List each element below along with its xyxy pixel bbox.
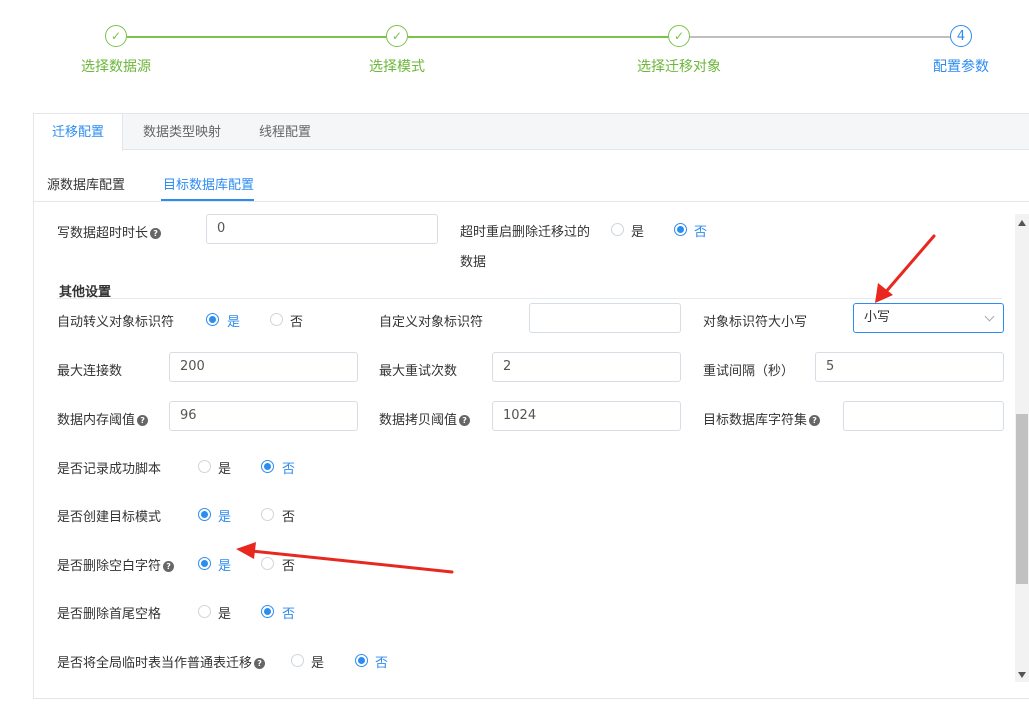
tab-migration-config[interactable]: 迁移配置: [34, 114, 124, 151]
config-panel: 迁移配置 数据类型映射 线程配置 源数据库配置 目标数据库配置 写数据超时时长?…: [33, 113, 1029, 699]
subtab-underline: [161, 199, 254, 201]
identifier-case-label: 对象标识符大小写: [703, 315, 808, 330]
create-schema-yes-radio[interactable]: [198, 508, 211, 521]
auto-escape-yes-radio[interactable]: [206, 313, 219, 326]
step-label-datasource: 选择数据源: [81, 59, 151, 75]
delete-blank-no-radio[interactable]: [261, 557, 274, 570]
log-success-no-radio[interactable]: [261, 460, 274, 473]
custom-identifier-label: 自定义对象标识符: [379, 315, 484, 330]
auto-escape-no-radio[interactable]: [270, 313, 283, 326]
chevron-down-icon: [984, 311, 995, 322]
identifier-case-value: 小写: [864, 310, 891, 325]
target-charset-input[interactable]: [843, 401, 1004, 431]
step-number: 4: [950, 25, 972, 47]
delete-blank-yes-radio[interactable]: [198, 557, 211, 570]
delete-blank-label: 是否删除空白字符?: [57, 555, 175, 574]
auto-escape-label: 自动转义对象标识符: [57, 315, 175, 330]
tab-bar: 迁移配置 数据类型映射 线程配置: [34, 114, 1029, 151]
trim-spaces-yes-label[interactable]: 是: [218, 603, 231, 622]
help-icon[interactable]: ?: [254, 658, 266, 669]
max-connections-input[interactable]: 200: [169, 352, 358, 382]
log-success-yes-label[interactable]: 是: [218, 458, 231, 477]
write-timeout-input[interactable]: 0: [206, 214, 438, 244]
timeout-restart-label-2: 数据: [460, 255, 487, 270]
vertical-scrollbar[interactable]: [1015, 214, 1029, 682]
global-temp-no-radio[interactable]: [355, 654, 368, 667]
auto-escape-yes-label[interactable]: 是: [227, 311, 240, 330]
trim-spaces-yes-radio[interactable]: [198, 605, 211, 618]
step-connector: [690, 36, 950, 38]
max-connections-label: 最大连接数: [57, 364, 123, 379]
help-icon[interactable]: ?: [150, 228, 162, 239]
timeout-restart-no-label[interactable]: 否: [694, 221, 707, 240]
section-divider: [57, 298, 1002, 299]
timeout-restart-yes-label[interactable]: 是: [631, 221, 644, 240]
delete-blank-yes-label[interactable]: 是: [218, 555, 231, 574]
subtab-bar: 源数据库配置 目标数据库配置: [34, 164, 1029, 202]
target-charset-label: 目标数据库字符集?: [703, 409, 821, 428]
memory-threshold-input[interactable]: 96: [169, 401, 358, 431]
global-temp-no-label[interactable]: 否: [375, 652, 388, 671]
timeout-restart-label: 超时重启删除迁移过的: [460, 225, 591, 240]
subtab-target-db[interactable]: 目标数据库配置: [163, 174, 254, 193]
custom-identifier-input[interactable]: [529, 303, 681, 333]
auto-escape-no-label[interactable]: 否: [290, 311, 303, 330]
help-icon[interactable]: ?: [163, 561, 175, 572]
memory-threshold-label: 数据内存阈值?: [57, 409, 149, 428]
create-schema-label: 是否创建目标模式: [57, 510, 162, 525]
help-icon[interactable]: ?: [809, 415, 821, 426]
log-success-label: 是否记录成功脚本: [57, 462, 162, 477]
timeout-restart-no-radio[interactable]: [674, 223, 687, 236]
write-timeout-label: 写数据超时时长?: [57, 222, 162, 241]
delete-blank-no-label[interactable]: 否: [282, 555, 295, 574]
copy-threshold-input[interactable]: 1024: [492, 401, 681, 431]
retry-interval-input[interactable]: 5: [815, 352, 1004, 382]
create-schema-no-label[interactable]: 否: [282, 506, 295, 525]
global-temp-yes-radio[interactable]: [291, 654, 304, 667]
global-temp-yes-label[interactable]: 是: [311, 652, 324, 671]
log-success-yes-radio[interactable]: [198, 460, 211, 473]
step-label-objects: 选择迁移对象: [637, 59, 721, 75]
help-icon[interactable]: ?: [459, 415, 471, 426]
trim-spaces-label: 是否删除首尾空格: [57, 607, 162, 622]
timeout-restart-yes-radio[interactable]: [611, 223, 624, 236]
identifier-case-select[interactable]: 小写: [853, 303, 1004, 333]
step-label-mode: 选择模式: [369, 59, 425, 75]
step-label-params: 配置参数: [933, 59, 989, 75]
tab-type-mapping[interactable]: 数据类型映射: [143, 114, 221, 150]
scroll-down-icon[interactable]: [1018, 672, 1026, 678]
form-scroll-area: 写数据超时时长? 0 超时重启删除迁移过的 数据 是 否 其他设置 自动转义对象…: [34, 214, 1016, 700]
retry-interval-label: 重试间隔（秒）: [703, 364, 795, 379]
check-icon: ✓: [105, 25, 127, 47]
trim-spaces-no-label[interactable]: 否: [282, 603, 295, 622]
step-connector: [127, 36, 386, 38]
check-icon: ✓: [386, 25, 408, 47]
create-schema-yes-label[interactable]: 是: [218, 506, 231, 525]
help-icon[interactable]: ?: [137, 415, 149, 426]
global-temp-label: 是否将全局临时表当作普通表迁移?: [57, 652, 266, 671]
check-icon: ✓: [668, 25, 690, 47]
trim-spaces-no-radio[interactable]: [261, 605, 274, 618]
steps-bar: ✓ ✓ ✓ 4 选择数据源 选择模式 选择迁移对象 配置参数: [0, 0, 1029, 100]
subtab-source-db[interactable]: 源数据库配置: [47, 174, 125, 193]
copy-threshold-label: 数据拷贝阈值?: [379, 409, 471, 428]
max-retries-input[interactable]: 2: [492, 352, 681, 382]
step-connector: [408, 36, 668, 38]
create-schema-no-radio[interactable]: [261, 508, 274, 521]
log-success-no-label[interactable]: 否: [282, 458, 295, 477]
scroll-thumb[interactable]: [1016, 414, 1028, 584]
tab-thread-config[interactable]: 线程配置: [259, 114, 311, 150]
max-retries-label: 最大重试次数: [379, 364, 458, 379]
scroll-up-icon[interactable]: [1018, 220, 1026, 226]
